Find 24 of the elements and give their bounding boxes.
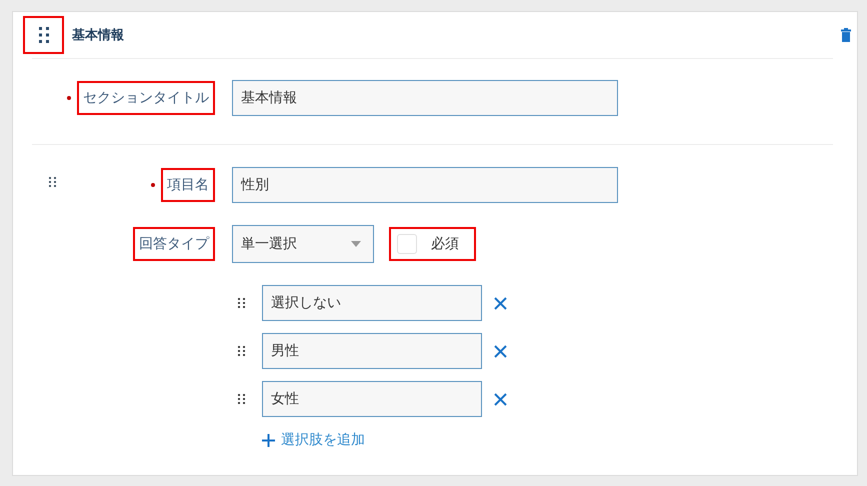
close-icon[interactable]	[494, 296, 507, 310]
drag-handle-icon[interactable]	[238, 346, 246, 356]
checkbox-label[interactable]: 必須	[431, 235, 459, 253]
caret-icon	[351, 241, 361, 247]
close-icon[interactable]	[494, 392, 507, 406]
add-option-link[interactable]: 選択肢を追加	[262, 431, 365, 449]
trash-icon[interactable]	[841, 28, 851, 42]
plus-icon	[262, 434, 275, 446]
input-field[interactable]: 性別	[232, 167, 618, 203]
field-label: セクションタイトル	[79, 83, 213, 113]
drag-handle-icon[interactable]	[238, 394, 246, 404]
section-title: 基本情報	[72, 27, 125, 44]
input-field[interactable]: 基本情報	[232, 80, 618, 116]
option-field[interactable]: 選択しない	[262, 285, 482, 321]
drag-handle-icon[interactable]	[49, 177, 57, 187]
close-icon[interactable]	[494, 344, 507, 358]
drag-handle-icon[interactable]	[25, 18, 62, 52]
drag-handle-icon[interactable]	[238, 298, 246, 308]
field-label: 回答タイプ	[135, 229, 213, 259]
field-label: 項目名	[163, 170, 213, 200]
option-field[interactable]: 女性	[262, 381, 482, 417]
option-field[interactable]: 男性	[262, 333, 482, 369]
checkbox[interactable]	[397, 234, 417, 254]
answer-type-dropdown[interactable]: 単一選択	[232, 225, 374, 263]
